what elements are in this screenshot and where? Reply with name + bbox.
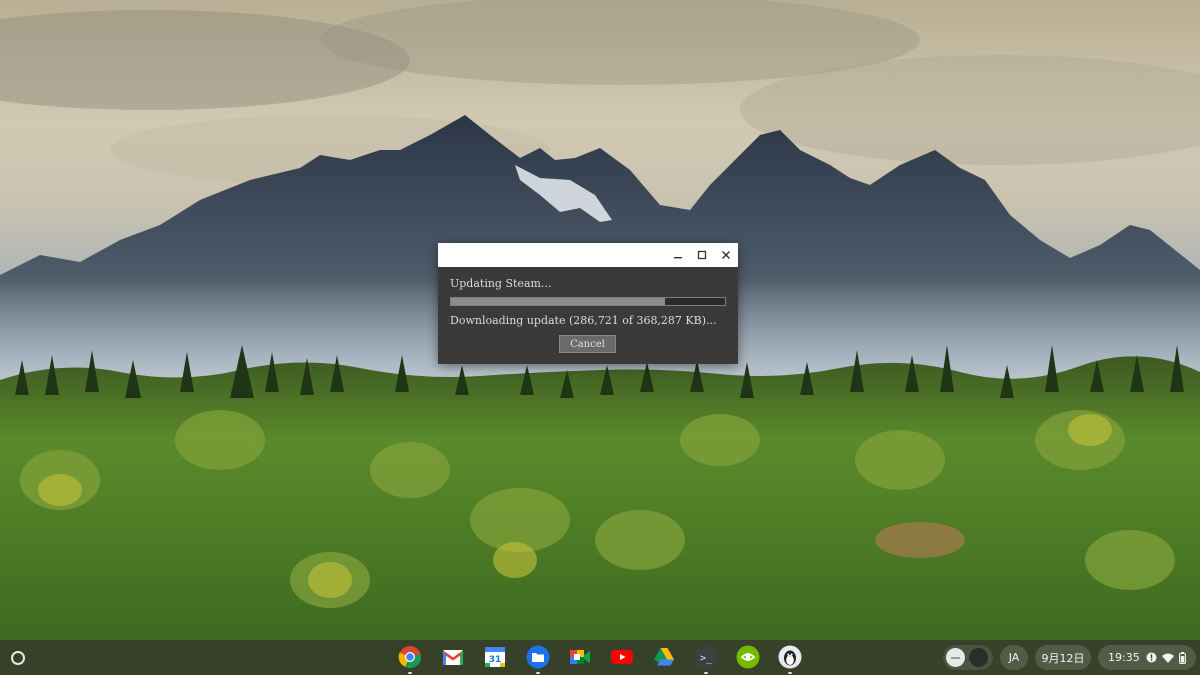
nvidia-icon (736, 645, 760, 669)
steam-update-dialog: Updating Steam... Downloading update (28… (438, 243, 738, 364)
penguin-icon (778, 645, 802, 669)
drive-icon (654, 648, 674, 666)
files-icon (526, 645, 550, 669)
meet-icon (570, 650, 590, 664)
dialog-titlebar[interactable] (438, 243, 738, 267)
minimize-icon (674, 257, 682, 259)
shelf-app-calendar[interactable]: 31 (482, 644, 508, 670)
launcher-icon (11, 651, 25, 665)
toggle-secondary (969, 648, 988, 667)
shelf-app-gmail[interactable] (440, 644, 466, 670)
wifi-icon (1161, 653, 1174, 663)
svg-text:>_: >_ (700, 653, 713, 664)
notification-icon (1146, 652, 1157, 663)
shelf-app-penguin[interactable] (777, 644, 803, 674)
cancel-button[interactable]: Cancel (559, 335, 616, 353)
youtube-icon (611, 650, 633, 664)
ime-indicator[interactable]: JA (1000, 645, 1028, 670)
battery-icon (1178, 651, 1186, 664)
calendar-icon: 31 (485, 647, 505, 667)
gmail-icon (442, 650, 464, 665)
shelf-app-nvidia[interactable] (735, 644, 761, 670)
running-indicator (788, 672, 792, 674)
toggle-knob (946, 648, 965, 667)
shelf: 31 >_ JA 9月12日 19:35 (0, 640, 1200, 675)
shelf-app-terminal[interactable]: >_ (693, 644, 719, 674)
clock: 19:35 (1108, 651, 1140, 664)
progress-fill (451, 298, 665, 305)
svg-text:31: 31 (489, 655, 502, 665)
close-button[interactable] (714, 243, 738, 267)
maximize-button[interactable] (690, 243, 714, 267)
shelf-app-youtube[interactable] (609, 644, 635, 670)
update-progress-bar (450, 297, 726, 306)
running-indicator (704, 672, 708, 674)
update-status-text: Updating Steam... (450, 277, 552, 290)
running-indicator (536, 672, 540, 674)
close-icon (722, 251, 730, 259)
running-indicator (408, 672, 412, 674)
maximize-icon (697, 250, 707, 260)
shelf-app-files[interactable] (525, 644, 551, 674)
minimize-button[interactable] (666, 243, 690, 267)
system-tray[interactable]: 19:35 (1098, 645, 1196, 670)
shelf-app-drive[interactable] (651, 644, 677, 670)
shelf-app-meet[interactable] (567, 644, 593, 670)
date-tray[interactable]: 9月12日 (1035, 645, 1091, 670)
chrome-icon (398, 646, 421, 668)
shelf-app-chrome[interactable] (397, 644, 423, 674)
stylus-toggle[interactable] (943, 645, 993, 670)
terminal-icon: >_ (694, 645, 718, 669)
launcher-button[interactable] (8, 648, 28, 668)
download-detail-text: Downloading update (286,721 of 368,287 K… (450, 314, 717, 327)
